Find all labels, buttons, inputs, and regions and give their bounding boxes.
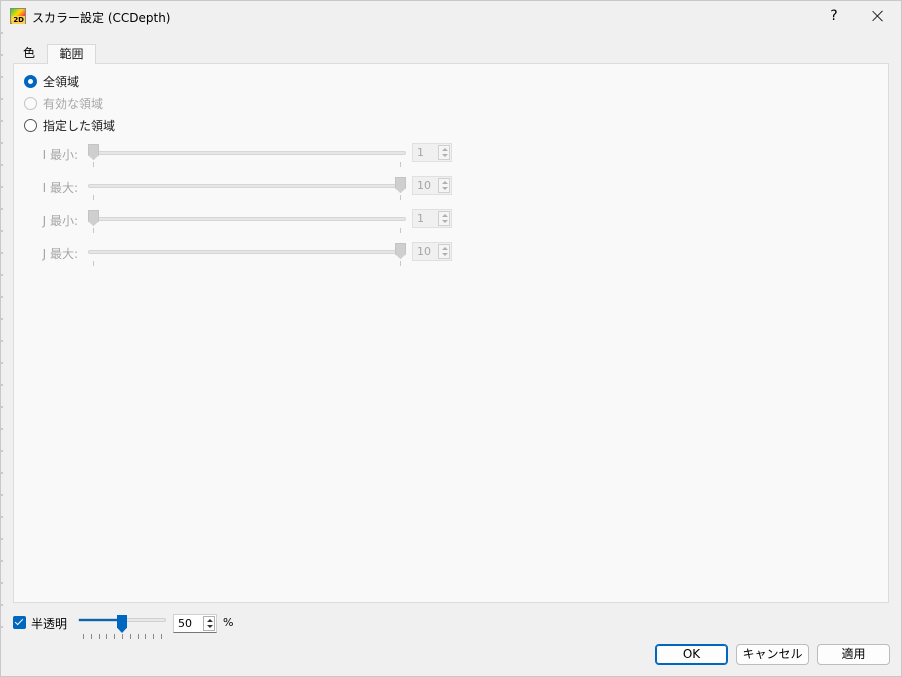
ok-button[interactable]: OK	[655, 644, 728, 665]
range-slider-track	[88, 184, 406, 188]
opacity-slider-tick	[90, 634, 92, 639]
spin-down-icon[interactable]	[207, 625, 213, 628]
spin-buttons	[438, 178, 450, 193]
opacity-slider[interactable]	[78, 615, 166, 639]
range-spinbox-value: 10	[417, 179, 431, 192]
spin-down-icon	[442, 187, 448, 190]
range-slider-thumb	[88, 210, 99, 226]
spin-up-icon	[442, 247, 448, 250]
spin-down-icon	[442, 220, 448, 223]
opacity-slider-tick	[114, 634, 116, 639]
radio-specified-region[interactable]: 指定した領域	[24, 117, 115, 133]
help-button[interactable]: ?	[819, 3, 849, 29]
tab-range[interactable]: 範囲	[47, 44, 96, 64]
apply-button[interactable]: 適用	[817, 644, 890, 665]
radio-full-region[interactable]: 全領域	[24, 73, 79, 89]
range-slider-label: I 最小:	[42, 148, 78, 162]
radio-label: 指定した領域	[43, 118, 116, 133]
spin-buttons[interactable]	[203, 616, 215, 631]
range-slider-tick	[93, 228, 94, 233]
cancel-button[interactable]: キャンセル	[736, 644, 809, 665]
title-bar: 2D スカラー設定 (CCDepth) ?	[1, 1, 901, 32]
opacity-slider-tick	[129, 634, 131, 639]
opacity-slider-tick	[161, 634, 162, 639]
range-slider-tick	[400, 228, 401, 233]
radio-button	[24, 96, 37, 110]
opacity-slider-tick	[83, 634, 84, 639]
range-slider-track	[88, 151, 406, 155]
opacity-spinbox[interactable]: 50	[173, 614, 217, 633]
window-title: スカラー設定 (CCDepth)	[32, 11, 171, 25]
close-icon[interactable]	[863, 3, 893, 29]
opacity-slider-tick	[153, 634, 155, 639]
opacity-slider-fill	[79, 619, 122, 621]
range-slider-label: I 最大:	[42, 181, 78, 195]
range-slider-thumb	[395, 177, 406, 193]
range-slider-label: J 最小:	[42, 214, 78, 228]
translucency-control: 半透明 50 %	[13, 613, 253, 639]
spin-buttons	[438, 211, 450, 226]
opacity-slider-tick	[106, 634, 108, 639]
opacity-unit: %	[223, 616, 234, 629]
dialog-window: 2D スカラー設定 (CCDepth) ? 色 範囲 全領域 有効な領域 指定し…	[0, 0, 902, 677]
app-icon-label: 2D	[12, 16, 25, 24]
spin-up-icon[interactable]	[207, 619, 213, 622]
range-spinbox: 1	[412, 209, 452, 228]
range-slider-tick	[93, 162, 94, 167]
range-slider-row: J 最大: 10	[34, 241, 454, 266]
translucency-label: 半透明	[31, 617, 68, 631]
opacity-slider-tick	[122, 634, 123, 639]
range-slider-thumb	[395, 243, 406, 259]
opacity-slider-tick	[98, 634, 100, 639]
opacity-slider-tick	[137, 634, 139, 639]
range-slider-row: I 最大: 10	[34, 175, 454, 200]
range-slider-tick	[400, 261, 401, 266]
opacity-slider-thumb[interactable]	[117, 615, 127, 633]
spin-buttons	[438, 244, 450, 259]
radio-button[interactable]	[24, 74, 37, 88]
spin-down-icon	[442, 253, 448, 256]
radio-label: 全領域	[43, 74, 80, 89]
range-spinbox-value: 1	[417, 146, 424, 159]
range-spinbox: 1	[412, 143, 452, 162]
tab-pane-range: 全領域 有効な領域 指定した領域 I 最小: 1 I 最大: 10 J 最小: 1 J 最大…	[13, 63, 889, 603]
range-slider-tick	[400, 195, 401, 200]
range-slider-row: J 最小: 1	[34, 208, 454, 233]
range-spinbox: 10	[412, 242, 452, 261]
opacity-slider-tick	[145, 634, 147, 639]
range-slider-tick	[93, 195, 94, 200]
spin-up-icon	[442, 214, 448, 217]
range-slider-row: I 最小: 1	[34, 142, 454, 167]
range-slider-label: J 最大:	[42, 247, 78, 261]
background-edge	[1, 32, 3, 632]
range-slider-tick	[93, 261, 94, 266]
radio-button[interactable]	[24, 118, 37, 132]
range-slider-track	[88, 217, 406, 221]
app-icon: 2D	[10, 8, 26, 24]
spin-up-icon	[442, 181, 448, 184]
radio-label: 有効な領域	[43, 96, 104, 111]
range-slider-tick	[400, 162, 401, 167]
range-spinbox: 10	[412, 176, 452, 195]
opacity-value: 50	[178, 617, 192, 630]
range-slider-track	[88, 250, 406, 254]
range-spinbox-value: 10	[417, 245, 431, 258]
spin-buttons	[438, 145, 450, 160]
range-slider-thumb	[88, 144, 99, 160]
spin-up-icon	[442, 148, 448, 151]
spin-down-icon	[442, 154, 448, 157]
radio-valid-region: 有効な領域	[24, 95, 103, 111]
tab-color[interactable]: 色	[16, 44, 47, 64]
translucency-checkbox[interactable]	[13, 616, 26, 629]
range-spinbox-value: 1	[417, 212, 424, 225]
